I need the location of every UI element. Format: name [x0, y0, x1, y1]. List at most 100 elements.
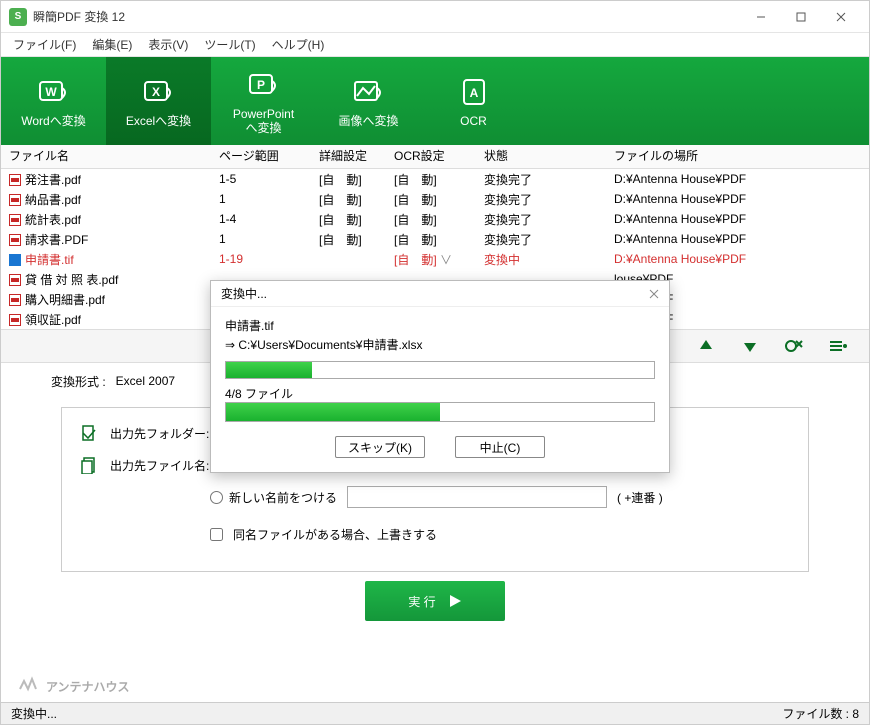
window-title: 瞬簡PDF 変換 12 — [33, 8, 741, 25]
serial-suffix: ( +連番 ) — [617, 489, 663, 506]
file-progress-bar — [225, 361, 655, 379]
table-header: ファイル名 ページ範囲 詳細設定 OCR設定 状態 ファイルの場所 — [1, 145, 869, 169]
play-icon — [448, 594, 462, 608]
overall-progress-label: 4/8 ファイル — [225, 385, 655, 402]
cell-range: 1-19 — [211, 250, 311, 268]
pdf-file-icon — [9, 214, 21, 226]
folder-icon — [78, 422, 100, 444]
move-down-icon[interactable] — [739, 335, 761, 357]
toolbar-word-label: Wordへ変換 — [21, 114, 85, 128]
col-ocr[interactable]: OCR設定 — [386, 145, 476, 168]
settings-icon[interactable] — [827, 335, 849, 357]
cell-range: 1 — [211, 190, 311, 208]
file-name: 購入明細書.pdf — [25, 293, 105, 307]
run-bar: 実 行 — [1, 572, 869, 630]
toolbar-ppt[interactable]: P PowerPoint へ変換 — [211, 57, 316, 145]
cell-ocr: [自 動] — [386, 209, 476, 230]
move-up-icon[interactable] — [695, 335, 717, 357]
pdf-file-icon — [9, 194, 21, 206]
pdf-file-icon — [9, 314, 21, 326]
col-detail[interactable]: 詳細設定 — [311, 145, 386, 168]
statusbar: 変換中... ファイル数 : 8 — [1, 702, 869, 724]
file-name: 納品書.pdf — [25, 193, 81, 207]
table-row[interactable]: 発注書.pdf1-5[自 動][自 動]変換完了D:¥Antenna House… — [1, 169, 869, 189]
cell-status: 変換完了 — [476, 189, 606, 210]
brand: アンテナハウス — [18, 675, 130, 697]
table-row[interactable]: 申請書.tif1-19[自 動] ∨変換中D:¥Antenna House¥PD… — [1, 249, 869, 269]
file-name: 領収証.pdf — [25, 313, 81, 327]
table-row[interactable]: 請求書.PDF1[自 動][自 動]変換完了D:¥Antenna House¥P… — [1, 229, 869, 249]
run-button[interactable]: 実 行 — [365, 581, 505, 621]
app-icon: S — [9, 8, 27, 26]
overwrite-checkbox[interactable] — [210, 528, 223, 541]
file-name: 発注書.pdf — [25, 173, 81, 187]
toolbar-ocr[interactable]: A OCR — [421, 57, 526, 145]
cell-location: D:¥Antenna House¥PDF — [606, 250, 869, 268]
menu-view[interactable]: 表示(V) — [140, 34, 196, 55]
dialog-current-file: 申請書.tif — [225, 317, 655, 334]
toolbar-word[interactable]: W Wordへ変換 — [1, 57, 106, 145]
cell-detail — [311, 257, 386, 261]
cell-detail: [自 動] — [311, 209, 386, 230]
status-left: 変換中... — [11, 705, 57, 722]
toolbar-image-label: 画像へ変換 — [338, 114, 398, 128]
minimize-button[interactable] — [741, 3, 781, 31]
cell-location: D:¥Antenna House¥PDF — [606, 170, 869, 188]
cell-location: D:¥Antenna House¥PDF — [606, 210, 869, 228]
col-status[interactable]: 状態 — [476, 145, 606, 168]
progress-dialog: 変換中... 申請書.tif ⇒ C:¥Users¥Documents¥申請書.… — [210, 280, 670, 473]
cell-location: D:¥Antenna House¥PDF — [606, 230, 869, 248]
menubar: ファイル(F) 編集(E) 表示(V) ツール(T) ヘルプ(H) — [1, 33, 869, 57]
remove-icon[interactable] — [783, 335, 805, 357]
cell-status: 変換完了 — [476, 169, 606, 190]
overall-progress-bar — [225, 402, 655, 422]
maximize-button[interactable] — [781, 3, 821, 31]
cell-location: D:¥Antenna House¥PDF — [606, 190, 869, 208]
pdf-file-icon — [9, 294, 21, 306]
dialog-titlebar: 変換中... — [211, 281, 669, 307]
overwrite-label: 同名ファイルがある場合、上書きする — [233, 526, 437, 543]
menu-tool[interactable]: ツール(T) — [196, 34, 263, 55]
col-location[interactable]: ファイルの場所 — [606, 145, 869, 168]
cell-detail: [自 動] — [311, 229, 386, 250]
cell-ocr: [自 動] — [386, 169, 476, 190]
toolbar-excel[interactable]: X Excelへ変換 — [106, 57, 211, 145]
image-icon — [349, 74, 389, 110]
menu-file[interactable]: ファイル(F) — [5, 34, 84, 55]
file-name: 統計表.pdf — [25, 213, 81, 227]
radio-newname-label: 新しい名前をつける — [229, 489, 337, 506]
format-label: 変換形式 : — [51, 373, 106, 390]
format-value: Excel 2007 — [116, 374, 175, 388]
status-right: ファイル数 : 8 — [782, 705, 859, 722]
cell-status: 変換完了 — [476, 209, 606, 230]
toolbar-image[interactable]: 画像へ変換 — [316, 57, 421, 145]
dialog-close-icon[interactable] — [649, 289, 659, 299]
toolbar: W Wordへ変換 X Excelへ変換 P PowerPoint へ変換 画像… — [1, 57, 869, 145]
ocr-icon: A — [454, 74, 494, 110]
cell-detail: [自 動] — [311, 189, 386, 210]
new-name-input[interactable] — [347, 486, 607, 508]
svg-text:X: X — [151, 85, 159, 99]
menu-edit[interactable]: 編集(E) — [84, 34, 140, 55]
col-name[interactable]: ファイル名 — [1, 145, 211, 168]
cell-detail: [自 動] — [311, 169, 386, 190]
cell-status: 変換中 — [476, 249, 606, 270]
table-row[interactable]: 納品書.pdf1[自 動][自 動]変換完了D:¥Antenna House¥P… — [1, 189, 869, 209]
menu-help[interactable]: ヘルプ(H) — [264, 34, 333, 55]
pdf-file-icon — [9, 274, 21, 286]
cancel-button[interactable]: 中止(C) — [455, 436, 545, 458]
col-range[interactable]: ページ範囲 — [211, 145, 311, 168]
file-name: 請求書.PDF — [25, 233, 88, 247]
dialog-title: 変換中... — [221, 285, 267, 302]
close-button[interactable] — [821, 3, 861, 31]
word-icon: W — [34, 74, 74, 110]
ppt-icon: P — [244, 67, 284, 103]
file-name: 貸 借 対 照 表.pdf — [25, 273, 118, 287]
window-controls — [741, 3, 861, 31]
radio-new-name[interactable] — [210, 491, 223, 504]
cell-range: 1-4 — [211, 210, 311, 228]
skip-button[interactable]: スキップ(K) — [335, 436, 425, 458]
run-button-label: 実 行 — [408, 593, 435, 610]
table-row[interactable]: 統計表.pdf1-4[自 動][自 動]変換完了D:¥Antenna House… — [1, 209, 869, 229]
dialog-output-path: ⇒ C:¥Users¥Documents¥申請書.xlsx — [225, 336, 655, 353]
